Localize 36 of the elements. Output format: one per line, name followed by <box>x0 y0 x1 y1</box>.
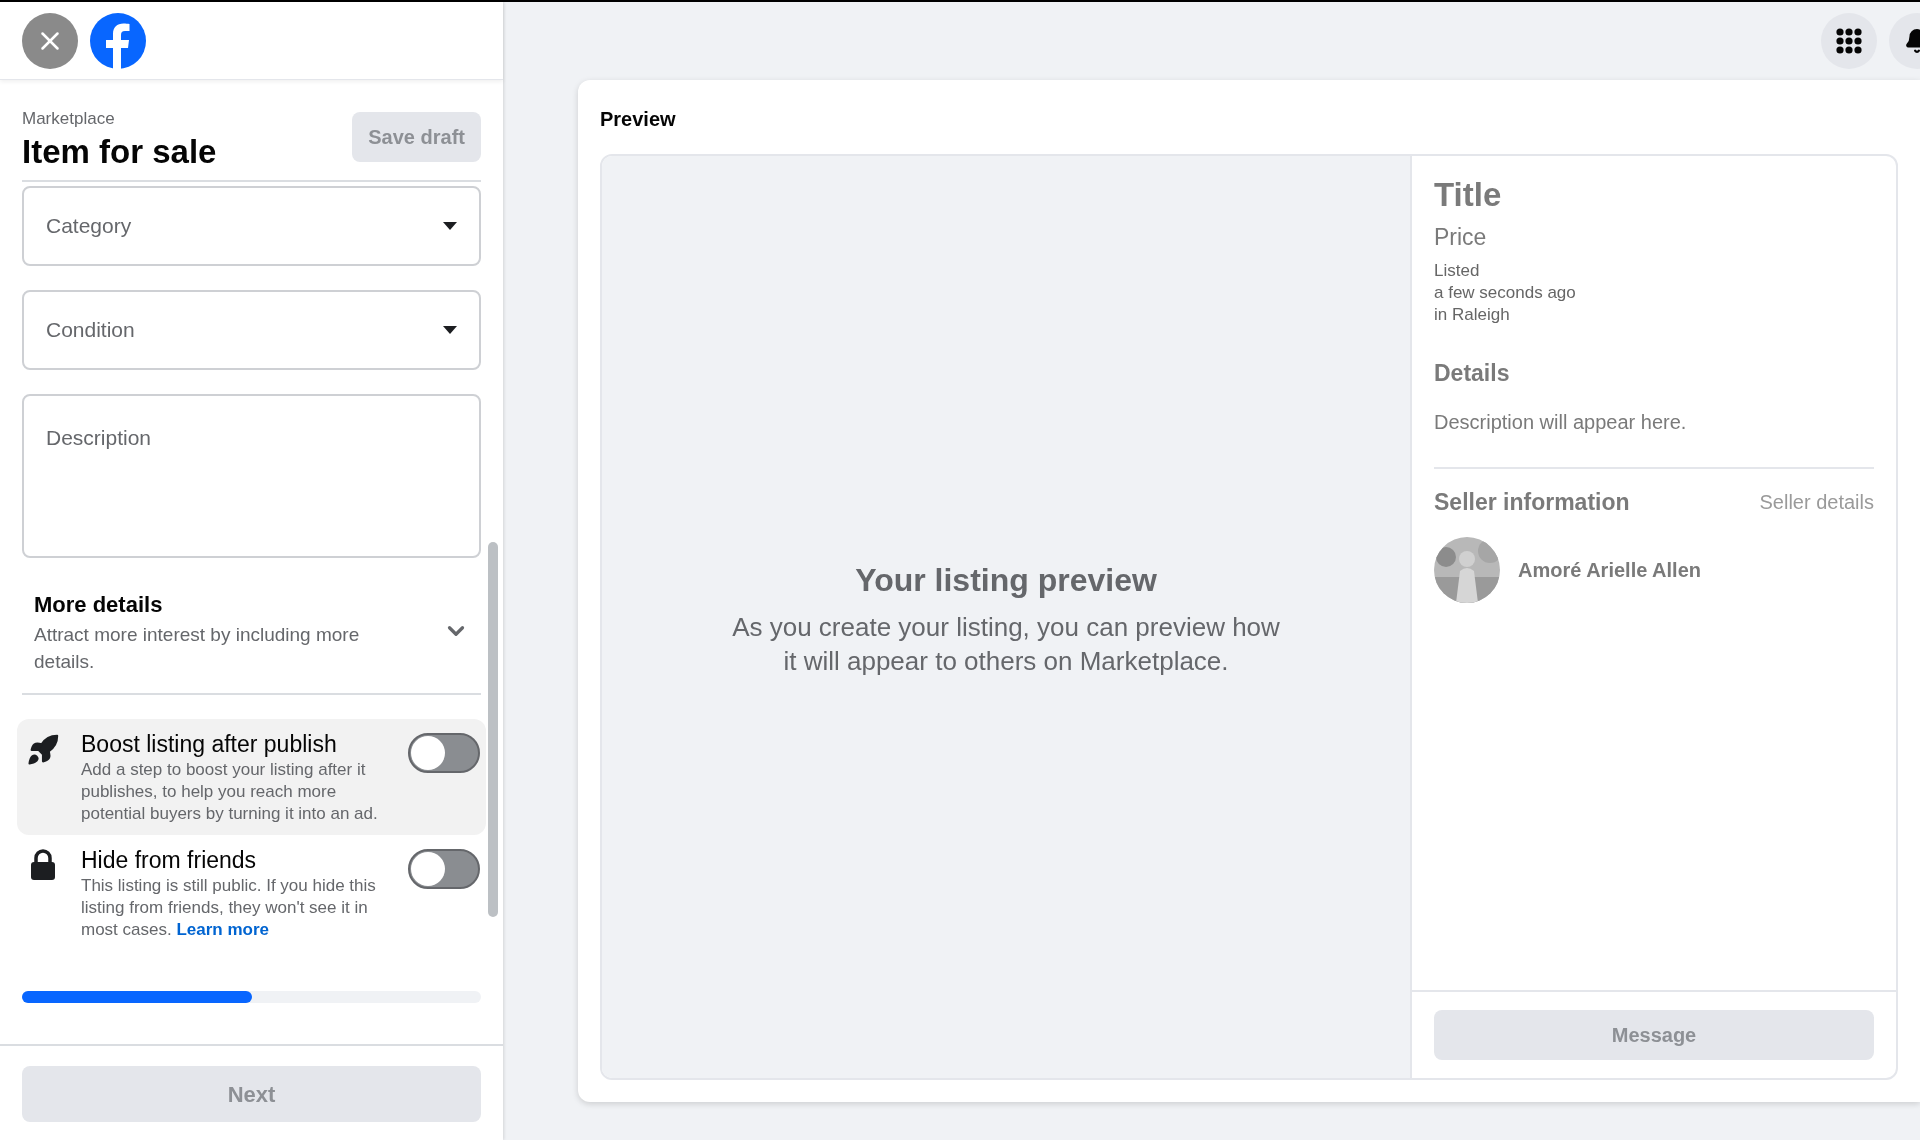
dropdown-caret-icon <box>443 221 457 230</box>
menu-button[interactable] <box>1821 13 1877 69</box>
scrollbar-thumb[interactable] <box>488 542 498 917</box>
preview-heading: Preview <box>600 107 677 132</box>
placeholder-text: As you create your listing, you can preview how it will appear to others on Marketplace. <box>731 611 1281 678</box>
listing-title: Title <box>1434 175 1503 215</box>
lock-icon <box>30 848 56 881</box>
placeholder-title: Your listing preview <box>855 561 1157 600</box>
learn-more-link[interactable]: Learn more <box>176 919 270 939</box>
rocket-icon <box>26 732 60 767</box>
description-text: Description will appear here. <box>1434 409 1688 435</box>
listing-meta: in Raleigh <box>1434 304 1511 326</box>
section-title: More details <box>34 590 164 619</box>
toggle-title: Hide from friends <box>81 845 258 875</box>
description-field[interactable]: Description <box>22 393 481 558</box>
select-field[interactable]: Category <box>22 185 481 266</box>
more-details-section[interactable]: More details Attract more interest by including more details. <box>22 587 481 695</box>
seller-heading: Seller information <box>1434 487 1630 517</box>
dropdown-caret-icon <box>443 325 457 334</box>
section-subtitle: Attract more interest by including more details. <box>34 622 361 674</box>
select-field[interactable]: Condition <box>22 289 481 370</box>
toggle-title: Boost listing after publish <box>81 729 338 759</box>
breadcrumb: Marketplace <box>22 108 116 130</box>
seller-details-link[interactable]: Seller details <box>1759 486 1874 517</box>
details-heading: Details <box>1434 359 1511 388</box>
logo-icon[interactable] <box>90 12 146 69</box>
page-title: Item for sale <box>22 131 217 172</box>
toggle-switch[interactable] <box>408 848 480 889</box>
seller-name: Amoré Arielle Allen <box>1518 558 1702 583</box>
grid-icon <box>1836 28 1862 54</box>
toggle-description: Add a step to boost your listing after it publishes, to help you reach more potential buyers by turning it into an ad. <box>81 758 379 825</box>
toggle-switch[interactable] <box>408 732 480 773</box>
listing-price: Price <box>1434 222 1488 252</box>
toggle-description: This listing is still public. If you hide this listing from friends, they won't see it in most cases. Learn more <box>81 874 377 941</box>
listing-meta: Listed <box>1434 260 1481 282</box>
listing-meta: a few seconds ago <box>1434 282 1577 304</box>
